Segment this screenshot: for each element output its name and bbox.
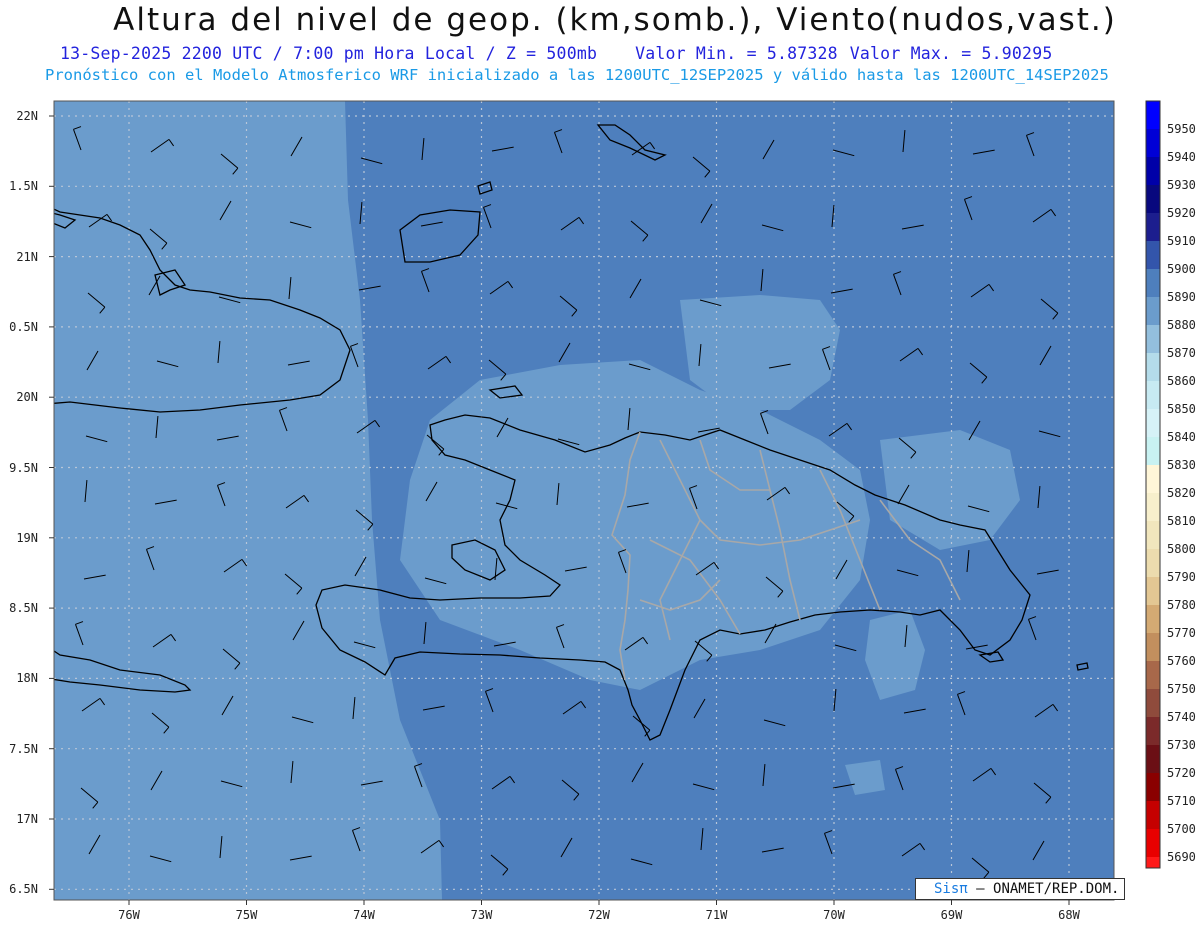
colorbar-level-label: 5720 <box>1167 766 1196 780</box>
lat-tick-label: 21N <box>16 249 38 264</box>
colorbar-swatch <box>1146 465 1160 493</box>
colorbar-swatch <box>1146 269 1160 297</box>
colorbar-swatch <box>1146 549 1160 577</box>
colorbar-swatch <box>1146 157 1160 185</box>
colorbar-level-label: 5700 <box>1167 822 1196 836</box>
colorbar-level-label: 5710 <box>1167 794 1196 808</box>
colorbar-level-label: 5750 <box>1167 682 1196 696</box>
colorbar-swatch <box>1146 381 1160 409</box>
lat-tick-label: 18N <box>16 671 38 686</box>
colorbar-level-label: 5850 <box>1167 402 1196 416</box>
lat-tick-label: 1.5N <box>9 179 38 194</box>
colorbar-level-label: 5950 <box>1167 122 1196 136</box>
credit-org: – ONAMET/REP.DOM. <box>976 881 1120 897</box>
lat-tick-label: 17N <box>16 812 38 826</box>
sispi-logo-text: Sisπ <box>934 881 968 897</box>
colorbar-swatch <box>1146 801 1160 829</box>
colorbar-level-label: 5730 <box>1167 738 1196 752</box>
colorbar-level-label: 5810 <box>1167 514 1196 528</box>
colorbar-swatch <box>1146 493 1160 521</box>
lon-tick-label: 70W <box>823 908 845 922</box>
colorbar-level-label: 5920 <box>1167 206 1196 220</box>
colorbar-level-label: 5800 <box>1167 542 1196 556</box>
colorbar-swatch <box>1146 213 1160 241</box>
colorbar-swatch <box>1146 745 1160 773</box>
lon-tick-label: 76W <box>118 908 140 922</box>
lon-tick-label: 73W <box>470 908 493 922</box>
colorbar-swatch <box>1146 241 1160 269</box>
lat-tick-label: 19N <box>16 530 38 545</box>
colorbar-swatch <box>1146 297 1160 325</box>
lat-tick-label: 0.5N <box>9 319 38 334</box>
lat-tick-label: 7.5N <box>9 741 38 756</box>
colorbar-swatch <box>1146 437 1160 465</box>
lat-tick-label: 22N <box>16 109 38 123</box>
colorbar-swatch <box>1146 773 1160 801</box>
colorbar-swatch <box>1146 325 1160 353</box>
colorbar-level-label: 5790 <box>1167 570 1196 584</box>
colorbar-swatch <box>1146 185 1160 213</box>
colorbar-level-label: 5820 <box>1167 486 1196 500</box>
credit-box: Sisπ – ONAMET/REP.DOM. <box>915 878 1125 900</box>
lon-tick-label: 71W <box>705 908 728 922</box>
lat-tick-label: 8.5N <box>9 601 38 616</box>
colorbar-swatch <box>1146 129 1160 157</box>
colorbar-level-label: 5840 <box>1167 430 1196 444</box>
lon-tick-label: 72W <box>588 908 610 922</box>
colorbar-level-label: 5740 <box>1167 710 1196 724</box>
colorbar-swatch <box>1146 101 1160 129</box>
lon-tick-label: 69W <box>940 908 963 922</box>
colorbar-level-label: 5880 <box>1167 318 1196 332</box>
colorbar-level-label: 5780 <box>1167 598 1196 612</box>
colorbar-swatch <box>1146 829 1160 857</box>
colorbar-level-label: 5940 <box>1167 150 1196 164</box>
colorbar-swatch-bottom <box>1146 857 1160 868</box>
colorbar-level-label: 5890 <box>1167 290 1196 304</box>
colorbar-level-label: 5910 <box>1167 234 1196 248</box>
colorbar-swatch <box>1146 577 1160 605</box>
colorbar-swatch <box>1146 409 1160 437</box>
lat-tick-label: 9.5N <box>9 460 38 475</box>
colorbar-swatch <box>1146 353 1160 381</box>
colorbar-level-label: 5870 <box>1167 346 1196 360</box>
lon-tick-label: 74W <box>353 908 375 922</box>
colorbar-swatch <box>1146 717 1160 745</box>
colorbar-level-label: 5930 <box>1167 178 1196 192</box>
lon-tick-label: 68W <box>1058 908 1080 922</box>
colorbar-swatch <box>1146 605 1160 633</box>
colorbar-swatch <box>1146 689 1160 717</box>
colorbar-level-label: 5690 <box>1167 850 1196 864</box>
colorbar-level-label: 5830 <box>1167 458 1196 472</box>
colorbar-swatch <box>1146 633 1160 661</box>
colorbar-level-label: 5770 <box>1167 626 1196 640</box>
lon-tick-label: 75W <box>235 908 258 922</box>
colorbar-level-label: 5900 <box>1167 262 1196 276</box>
colorbar-level-label: 5860 <box>1167 374 1196 388</box>
colorbar-swatch <box>1146 521 1160 549</box>
colorbar-swatch <box>1146 661 1160 689</box>
lat-tick-label: 20N <box>16 390 38 405</box>
colorbar <box>1145 100 1161 869</box>
lat-tick-label: 6.5N <box>9 882 38 897</box>
map-plot <box>49 100 1161 905</box>
colorbar-level-label: 5760 <box>1167 654 1196 668</box>
